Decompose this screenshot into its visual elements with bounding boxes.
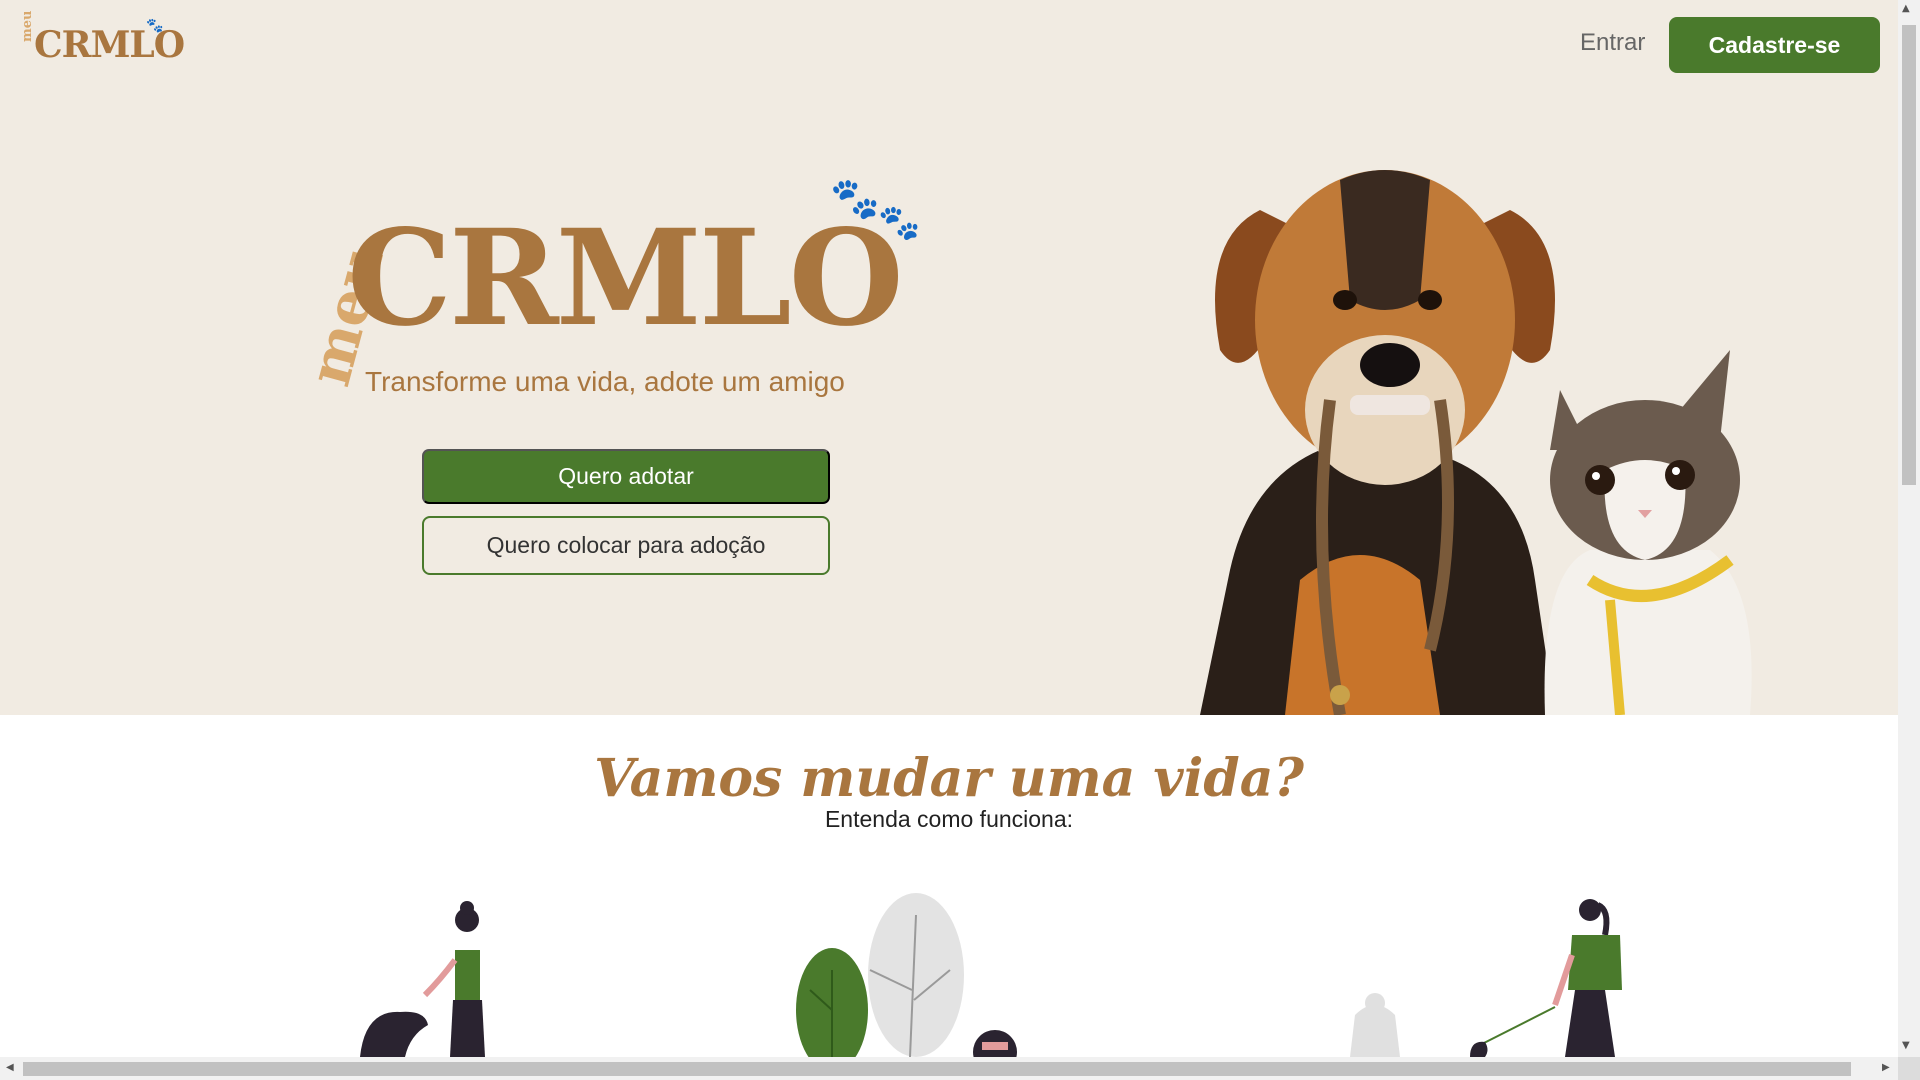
signup-button[interactable]: Cadastre-se (1669, 17, 1880, 73)
scrollbar-corner (1898, 1057, 1920, 1080)
section-subtitle: Entenda como funciona: (824, 806, 1074, 832)
woman-with-dog-illustration (360, 901, 485, 1057)
vertical-scrollbar[interactable]: ▲ ▼ (1898, 0, 1920, 1057)
trees-illustration (796, 893, 1017, 1057)
scroll-right-icon[interactable]: ▶ (1882, 1062, 1890, 1073)
page-viewport: meu CRMLO 🐾 Entrar Cadastre-se meu CRMLO… (0, 0, 1898, 1057)
login-link[interactable]: Entrar (1580, 29, 1645, 57)
section-title: Vamos mudar uma vida? (594, 748, 1304, 809)
scroll-up-icon[interactable]: ▲ (1902, 3, 1910, 14)
vertical-scroll-thumb[interactable] (1902, 25, 1916, 485)
header-logo[interactable]: meu CRMLO 🐾 (20, 11, 185, 68)
hero-section: meu CRMLO 🐾 Entrar Cadastre-se meu CRMLO… (0, 0, 1898, 715)
scroll-down-icon[interactable]: ▼ (1902, 1040, 1910, 1051)
give-for-adoption-button[interactable]: Quero colocar para adoção (422, 516, 830, 575)
horizontal-scrollbar[interactable]: ◀ ▶ (0, 1057, 1898, 1080)
woman-walking-dog-illustration (1350, 899, 1622, 1057)
logo-meu-text: meu (20, 10, 35, 42)
hero-tagline: Transforme uma vida, adote um amigo (365, 366, 845, 397)
paw-prints-icon: 🐾 🐾 (830, 176, 921, 243)
paw-icon: 🐾 (146, 18, 164, 34)
dog-and-cat-image (1200, 170, 1752, 715)
adopt-button[interactable]: Quero adotar (422, 449, 830, 504)
scroll-left-icon[interactable]: ◀ (6, 1062, 14, 1073)
horizontal-scroll-thumb[interactable] (23, 1062, 1851, 1076)
hero-logo-name: CRMLO (347, 201, 904, 356)
